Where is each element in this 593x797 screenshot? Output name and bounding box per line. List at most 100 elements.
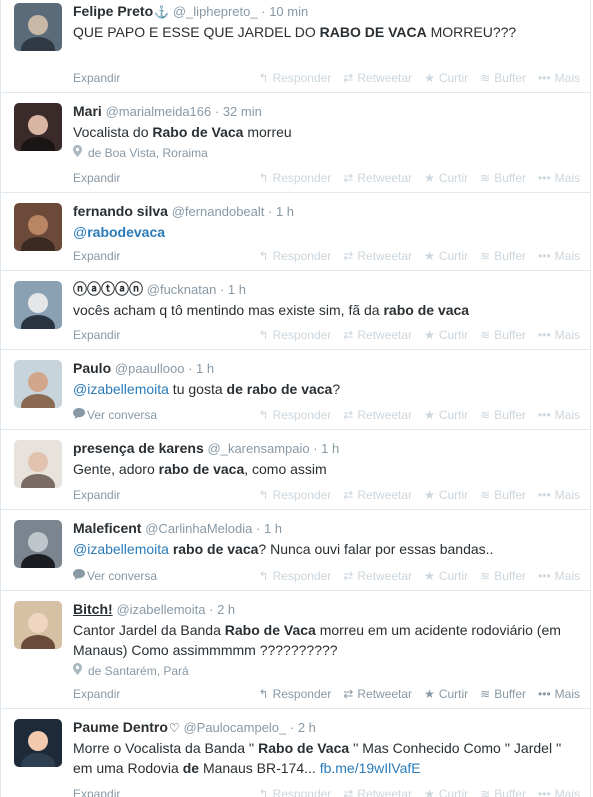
tweet-link[interactable]: @	[73, 224, 87, 240]
tweet-location[interactable]: de Boa Vista, Roraima	[73, 145, 580, 161]
timestamp[interactable]: 1 h	[321, 441, 339, 456]
expand-link[interactable]: Expandir	[73, 685, 120, 703]
author-handle[interactable]: @izabellemoita	[116, 602, 205, 617]
avatar[interactable]	[14, 360, 62, 408]
expand-link[interactable]: Expandir	[73, 486, 120, 504]
expand-link[interactable]: Expandir	[73, 169, 120, 187]
avatar[interactable]	[14, 203, 62, 251]
avatar[interactable]	[14, 601, 62, 649]
favorite-button[interactable]: ★ Curtir	[424, 486, 468, 504]
avatar[interactable]	[14, 3, 62, 51]
tweet-link[interactable]: fb.me/19wIlVafE	[320, 760, 421, 776]
retweet-button[interactable]: ⇄ Retweetar	[343, 685, 412, 703]
more-button[interactable]: ••• Mais	[538, 326, 580, 344]
avatar[interactable]	[14, 520, 62, 568]
author-name[interactable]: Bitch!	[73, 601, 113, 617]
author-name[interactable]: ⓝⓐⓣⓐⓝ	[73, 281, 143, 297]
buffer-button[interactable]: ≋ Buffer	[480, 169, 526, 187]
timestamp[interactable]: 1 h	[264, 521, 282, 536]
author-handle[interactable]: @_karensampaio	[208, 441, 310, 456]
retweet-button[interactable]: ⇄ Retweetar	[343, 326, 412, 344]
more-button[interactable]: ••• Mais	[538, 567, 580, 585]
reply-button[interactable]: ↰ Responder	[259, 785, 332, 797]
avatar[interactable]	[14, 440, 62, 488]
author-handle[interactable]: @marialmeida166	[106, 104, 212, 119]
favorite-button[interactable]: ★ Curtir	[424, 247, 468, 265]
author-name[interactable]: Maleficent	[73, 520, 141, 536]
favorite-button[interactable]: ★ Curtir	[424, 406, 468, 424]
separator-dot: ·	[216, 282, 228, 297]
timestamp[interactable]: 2 h	[217, 602, 235, 617]
timestamp[interactable]: 2 h	[298, 720, 316, 735]
buffer-button[interactable]: ≋ Buffer	[480, 326, 526, 344]
retweet-button[interactable]: ⇄ Retweetar	[343, 169, 412, 187]
more-button[interactable]: ••• Mais	[538, 169, 580, 187]
tweet-link[interactable]: @izabellemoita	[73, 541, 169, 557]
retweet-button[interactable]: ⇄ Retweetar	[343, 69, 412, 87]
author-handle[interactable]: @fucknatan	[147, 282, 217, 297]
timestamp[interactable]: 1 h	[228, 282, 246, 297]
favorite-label: Curtir	[438, 569, 469, 583]
more-button[interactable]: ••• Mais	[538, 486, 580, 504]
reply-button[interactable]: ↰ Responder	[259, 69, 332, 87]
timestamp[interactable]: 10 min	[269, 4, 308, 19]
author-name[interactable]: Paulo	[73, 360, 111, 376]
more-button[interactable]: ••• Mais	[538, 247, 580, 265]
favorite-button[interactable]: ★ Curtir	[424, 69, 468, 87]
view-conversation-link[interactable]: Ver conversa	[73, 406, 157, 424]
tweet-link[interactable]: @izabellemoita	[73, 381, 169, 397]
reply-button[interactable]: ↰ Responder	[259, 247, 332, 265]
reply-button[interactable]: ↰ Responder	[259, 685, 332, 703]
tweet-content: presença de karens @_karensampaio · 1 hG…	[73, 439, 580, 479]
author-handle[interactable]: @fernandobealt	[172, 204, 265, 219]
favorite-button[interactable]: ★ Curtir	[424, 685, 468, 703]
favorite-button[interactable]: ★ Curtir	[424, 785, 468, 797]
author-handle[interactable]: @_liphepreto_	[173, 4, 258, 19]
author-name[interactable]: Paume Dentro	[73, 719, 168, 735]
expand-link[interactable]: Expandir	[73, 69, 120, 87]
timestamp[interactable]: 1 h	[196, 361, 214, 376]
retweet-button[interactable]: ⇄ Retweetar	[343, 567, 412, 585]
author-name[interactable]: Mari	[73, 103, 102, 119]
buffer-button[interactable]: ≋ Buffer	[480, 785, 526, 797]
author-handle[interactable]: @Paulocampelo_	[183, 720, 286, 735]
reply-button[interactable]: ↰ Responder	[259, 169, 332, 187]
buffer-button[interactable]: ≋ Buffer	[480, 486, 526, 504]
reply-button[interactable]: ↰ Responder	[259, 406, 332, 424]
retweet-button[interactable]: ⇄ Retweetar	[343, 247, 412, 265]
expand-link[interactable]: Expandir	[73, 326, 120, 344]
tweet-location[interactable]: de Santarém, Pará	[73, 663, 580, 679]
buffer-button[interactable]: ≋ Buffer	[480, 567, 526, 585]
avatar[interactable]	[14, 103, 62, 151]
more-button[interactable]: ••• Mais	[538, 406, 580, 424]
tweet-link[interactable]: rabodevaca	[87, 224, 165, 240]
retweet-button[interactable]: ⇄ Retweetar	[343, 406, 412, 424]
buffer-button[interactable]: ≋ Buffer	[480, 406, 526, 424]
author-name[interactable]: presença de karens	[73, 440, 204, 456]
retweet-button[interactable]: ⇄ Retweetar	[343, 486, 412, 504]
buffer-button[interactable]: ≋ Buffer	[480, 69, 526, 87]
reply-button[interactable]: ↰ Responder	[259, 486, 332, 504]
timestamp[interactable]: 32 min	[223, 104, 262, 119]
buffer-button[interactable]: ≋ Buffer	[480, 247, 526, 265]
reply-button[interactable]: ↰ Responder	[259, 567, 332, 585]
buffer-button[interactable]: ≋ Buffer	[480, 685, 526, 703]
favorite-button[interactable]: ★ Curtir	[424, 169, 468, 187]
author-name[interactable]: fernando silva	[73, 203, 168, 219]
reply-button[interactable]: ↰ Responder	[259, 326, 332, 344]
author-handle[interactable]: @CarlinhaMelodia	[145, 521, 252, 536]
avatar[interactable]	[14, 719, 62, 767]
expand-link[interactable]: Expandir	[73, 785, 120, 797]
more-button[interactable]: ••• Mais	[538, 685, 580, 703]
view-conversation-link[interactable]: Ver conversa	[73, 567, 157, 585]
avatar[interactable]	[14, 281, 62, 329]
timestamp[interactable]: 1 h	[276, 204, 294, 219]
retweet-button[interactable]: ⇄ Retweetar	[343, 785, 412, 797]
more-button[interactable]: ••• Mais	[538, 69, 580, 87]
author-name[interactable]: Felipe Preto	[73, 3, 153, 19]
more-button[interactable]: ••• Mais	[538, 785, 580, 797]
expand-link[interactable]: Expandir	[73, 247, 120, 265]
favorite-button[interactable]: ★ Curtir	[424, 326, 468, 344]
author-handle[interactable]: @paaullooo	[115, 361, 185, 376]
favorite-button[interactable]: ★ Curtir	[424, 567, 468, 585]
